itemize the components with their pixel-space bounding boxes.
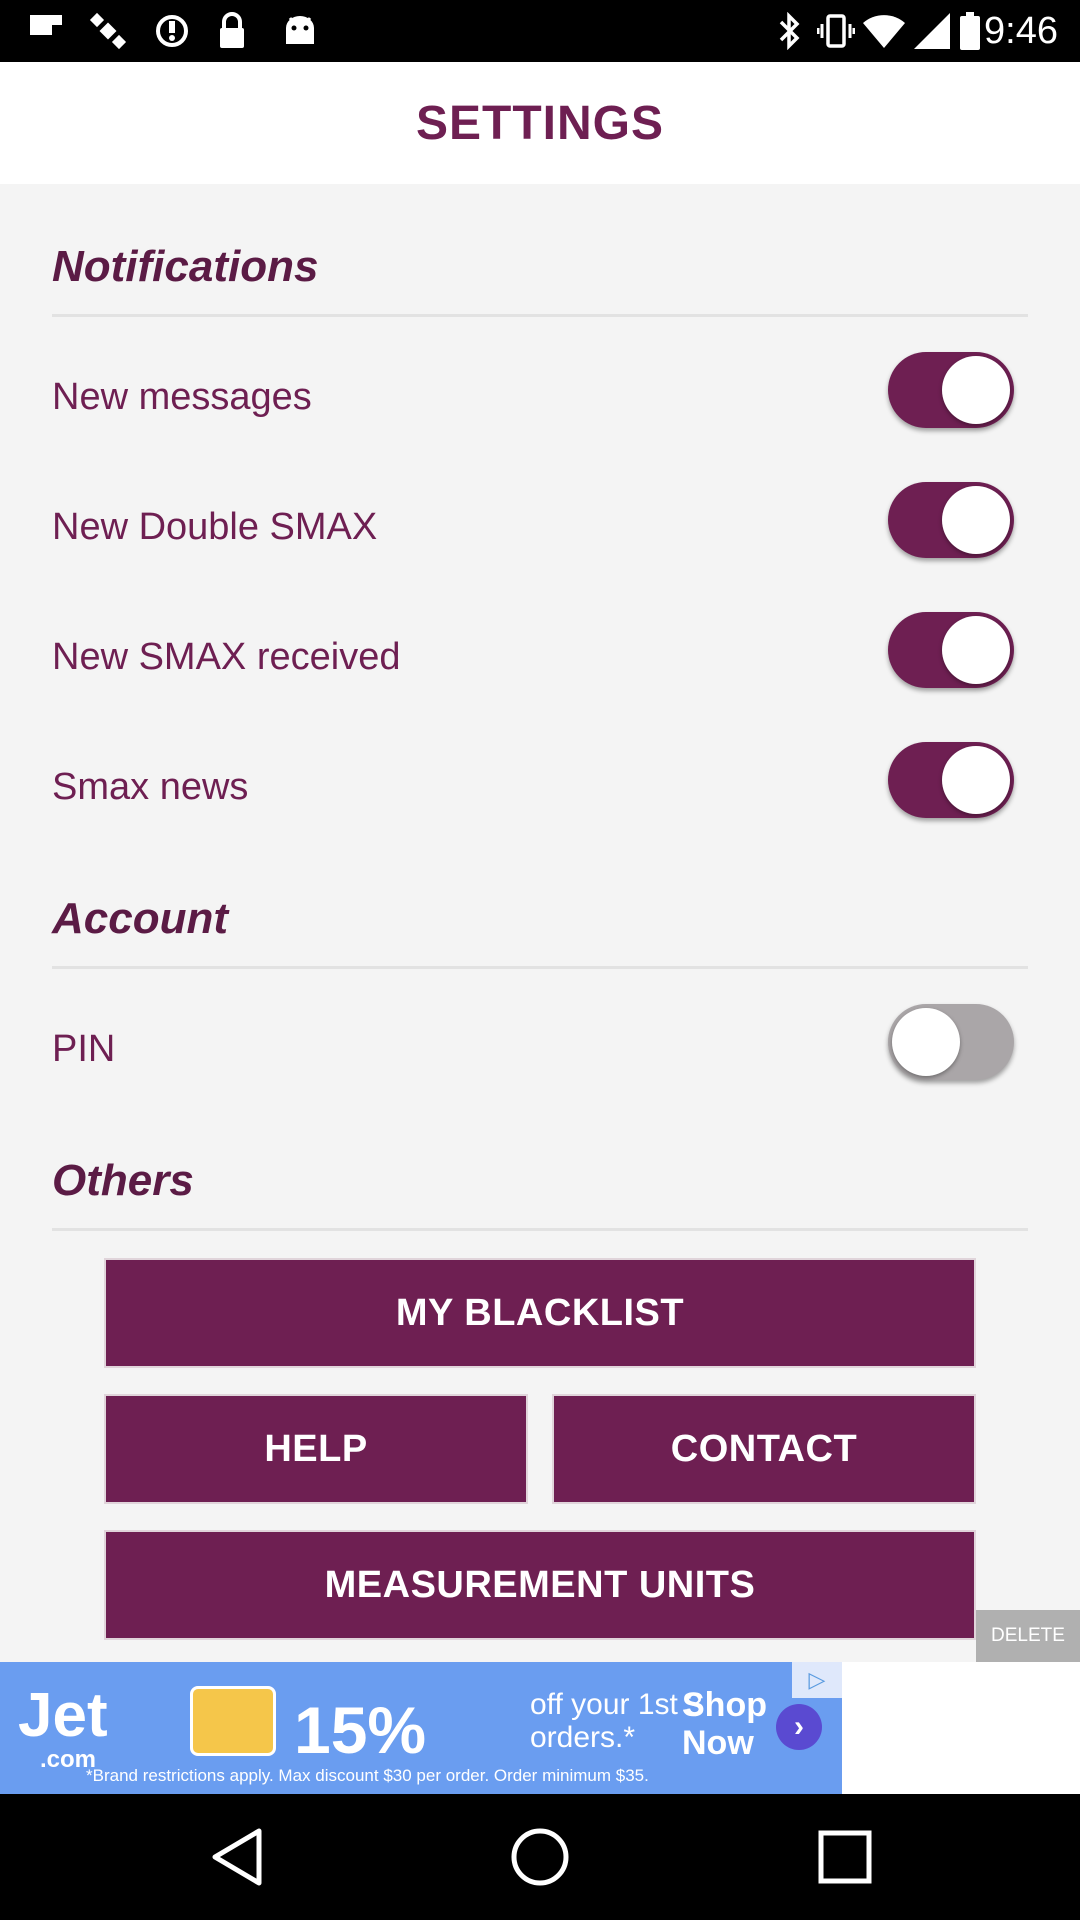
toggle-knob	[942, 486, 1010, 554]
toggle-smax-news[interactable]	[888, 742, 1014, 818]
clock-time: 9:46	[984, 10, 1058, 52]
toggle-new-double-smax[interactable]	[888, 482, 1014, 558]
toggle-knob	[942, 356, 1010, 424]
toggle-knob	[942, 746, 1010, 814]
home-icon[interactable]	[507, 1824, 573, 1890]
status-bar: 9:46	[0, 0, 1080, 62]
section-divider	[52, 966, 1028, 969]
bluetooth-icon	[774, 12, 806, 50]
signal-icon	[912, 12, 952, 50]
measurement-units-button[interactable]: MEASUREMENT UNITS	[104, 1530, 976, 1640]
delete-button[interactable]: DELETE	[976, 1610, 1080, 1662]
page-title: SETTINGS	[415, 96, 665, 150]
chevron-right-icon[interactable]: ›	[776, 1704, 822, 1750]
app-header: SETTINGS	[0, 62, 1080, 184]
ad-area: Jet .com 15% off your 1st 3 orders.* Sho…	[0, 1662, 1080, 1794]
ad-fine-print: *Brand restrictions apply. Max discount …	[86, 1766, 649, 1785]
setting-label-pin: PIN	[52, 1028, 116, 1070]
my-blacklist-button[interactable]: MY BLACKLIST	[104, 1258, 976, 1368]
ad-shop-now[interactable]: Shop Now	[682, 1686, 772, 1762]
ad-logo: Jet	[18, 1681, 108, 1750]
sync-icon	[152, 12, 192, 50]
ad-percent: 15%	[294, 1693, 427, 1767]
section-divider	[52, 314, 1028, 317]
toggle-new-smax-received[interactable]	[888, 612, 1014, 688]
android-icon	[280, 12, 320, 50]
section-title-notifications: Notifications	[52, 242, 319, 291]
section-title-account: Account	[52, 894, 228, 943]
setting-label-new-double-smax: New Double SMAX	[52, 506, 378, 548]
navigation-bar	[0, 1794, 1080, 1920]
flipboard-icon	[26, 12, 66, 50]
toggle-knob	[942, 616, 1010, 684]
ad-choices-icon[interactable]: ▷	[792, 1662, 842, 1698]
settings-content: Notifications New messages New Double SM…	[0, 184, 1080, 1662]
vibrate-icon	[816, 12, 856, 50]
satellite-icon	[86, 12, 130, 50]
lock-icon	[214, 12, 250, 50]
recents-icon[interactable]	[812, 1824, 878, 1890]
shopping-basket-icon	[190, 1686, 276, 1756]
help-button[interactable]: HELP	[104, 1394, 528, 1504]
setting-label-new-smax-received: New SMAX received	[52, 636, 401, 678]
contact-button[interactable]: CONTACT	[552, 1394, 976, 1504]
setting-label-new-messages: New messages	[52, 376, 312, 418]
section-title-others: Others	[52, 1156, 194, 1205]
section-divider	[52, 1228, 1028, 1231]
back-icon[interactable]	[204, 1824, 270, 1890]
battery-icon	[958, 12, 982, 50]
toggle-new-messages[interactable]	[888, 352, 1014, 428]
toggle-knob	[892, 1008, 960, 1076]
toggle-pin[interactable]	[888, 1004, 1014, 1080]
wifi-icon	[862, 12, 906, 50]
ad-banner[interactable]: Jet .com 15% off your 1st 3 orders.* Sho…	[0, 1662, 842, 1794]
setting-label-smax-news: Smax news	[52, 766, 249, 808]
